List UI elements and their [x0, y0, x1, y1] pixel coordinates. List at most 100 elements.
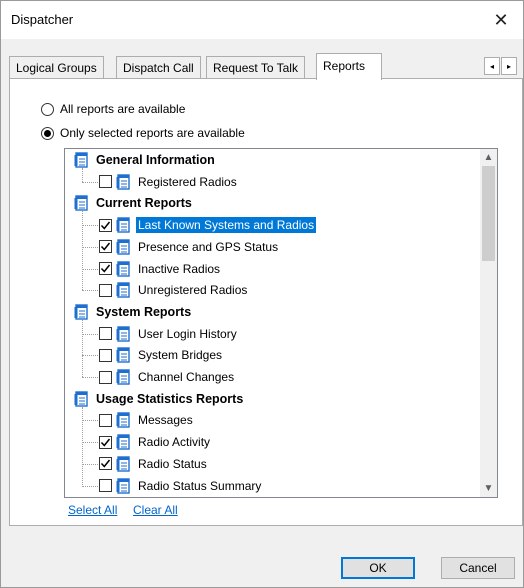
clear-all-link[interactable]: Clear All: [133, 503, 178, 517]
tree-connector: [82, 268, 98, 270]
report-checkbox[interactable]: [99, 479, 112, 492]
tree-connector: [82, 333, 98, 335]
report-group-icon: [74, 195, 88, 212]
tree-item[interactable]: Inactive Radios: [99, 259, 222, 279]
report-checkbox[interactable]: [99, 370, 112, 384]
tree-connector: [82, 225, 98, 227]
tree-group-label: Current Reports: [96, 196, 192, 211]
report-icon: [116, 173, 130, 190]
tree-item[interactable]: Registered Radios: [99, 172, 239, 192]
dialog-footer: OK Cancel: [1, 527, 523, 587]
report-group-icon: [74, 152, 88, 168]
tree-item-label: System Bridges: [138, 348, 223, 363]
tree-item[interactable]: Radio Activity: [99, 432, 212, 452]
report-checkbox[interactable]: [99, 327, 112, 341]
tree-item[interactable]: Unregistered Radios: [99, 280, 249, 300]
tree-group[interactable]: Usage Statistics Reports: [74, 389, 245, 409]
tab-scroll-right-icon[interactable]: ▸: [501, 57, 517, 75]
tree-item[interactable]: Messages: [99, 410, 195, 430]
report-icon: [116, 347, 130, 363]
tree-item[interactable]: System Bridges: [99, 345, 224, 365]
close-icon[interactable]: ✕: [479, 1, 523, 39]
all-reports-option[interactable]: All reports are available: [41, 100, 185, 118]
tree-connector: [82, 211, 83, 291]
report-checkbox[interactable]: [99, 240, 112, 254]
report-checkbox[interactable]: [99, 283, 112, 297]
tree-item[interactable]: Radio Status Summary: [99, 476, 263, 496]
report-checkbox[interactable]: [99, 457, 112, 471]
tree-connector: [82, 181, 98, 183]
ok-button[interactable]: OK: [341, 557, 415, 579]
cancel-button[interactable]: Cancel: [441, 557, 515, 579]
all-reports-radio[interactable]: [41, 102, 54, 116]
report-checkbox[interactable]: [99, 435, 112, 449]
tree-item-label: Radio Status: [138, 456, 207, 471]
title-bar: Dispatcher ✕: [1, 1, 523, 39]
tree-connector: [82, 463, 98, 465]
tab-reports[interactable]: Reports: [316, 53, 382, 80]
tree-group[interactable]: System Reports: [74, 302, 193, 322]
report-icon: [116, 282, 130, 298]
tab-dispatch-call[interactable]: Dispatch Call: [116, 56, 201, 79]
scroll-thumb[interactable]: [482, 166, 495, 261]
report-group-icon: [74, 304, 88, 320]
tree-item-label: Messages: [138, 413, 193, 428]
tree-item[interactable]: Channel Changes: [99, 367, 236, 387]
select-all-link[interactable]: Select All: [68, 503, 117, 517]
tree-item-label: Presence and GPS Status: [138, 239, 279, 254]
report-checkbox[interactable]: [99, 413, 112, 427]
tree-item-label: User Login History: [138, 326, 237, 341]
tree-item-label: Registered Radios: [138, 174, 237, 189]
report-group-icon: [74, 390, 88, 407]
tree-item[interactable]: Presence and GPS Status: [99, 237, 280, 257]
report-checkbox[interactable]: [99, 262, 112, 275]
report-icon: [116, 434, 130, 450]
tree-connector: [82, 377, 98, 378]
report-checkbox[interactable]: [99, 175, 112, 189]
tree-item[interactable]: Last Known Systems and Radios: [99, 215, 317, 235]
tree-group-label: General Information: [96, 153, 215, 167]
tree-group-label: Usage Statistics Reports: [96, 391, 244, 406]
tree-item[interactable]: User Login History: [99, 324, 239, 344]
tree-item-label: Unregistered Radios: [138, 283, 248, 298]
report-checkbox[interactable]: [99, 218, 112, 232]
report-icon: [116, 217, 130, 233]
selected-reports-label: Only selected reports are available: [60, 126, 245, 140]
report-icon: [116, 239, 130, 255]
report-icon: [116, 456, 130, 472]
tab-request-to-talk[interactable]: Request To Talk: [206, 56, 305, 79]
tree-item-label: Last Known Systems and Radios: [136, 217, 317, 234]
tab-strip: Logical Groups Dispatch Call Request To …: [9, 53, 523, 80]
tree-item[interactable]: Radio Status: [99, 454, 209, 474]
tree-connector: [82, 355, 98, 357]
tree-item-label: Radio Activity: [138, 435, 211, 450]
selected-reports-radio[interactable]: [41, 126, 54, 140]
tree-connector: [82, 319, 83, 377]
report-tree[interactable]: ▲ ▼ General Information Registered Radios…: [64, 148, 498, 498]
scroll-up-icon[interactable]: ▲: [480, 149, 497, 166]
scroll-down-icon[interactable]: ▼: [480, 480, 497, 497]
dispatcher-dialog: Dispatcher ✕ Logical Groups Dispatch Cal…: [0, 0, 524, 588]
tree-connector: [82, 290, 98, 292]
tree-connector: [82, 246, 98, 248]
tree-scrollbar[interactable]: ▲ ▼: [480, 149, 497, 497]
report-checkbox[interactable]: [99, 348, 112, 362]
window-title: Dispatcher: [11, 12, 74, 27]
tree-connector: [82, 406, 83, 486]
tab-logical-groups[interactable]: Logical Groups: [9, 56, 104, 79]
selected-reports-option[interactable]: Only selected reports are available: [41, 124, 245, 142]
report-icon: [116, 369, 130, 385]
tree-connector: [82, 420, 98, 422]
report-icon: [116, 412, 130, 429]
tree-item-label: Channel Changes: [138, 370, 235, 384]
tree-connector: [82, 442, 98, 444]
report-icon: [116, 260, 130, 277]
tree-group[interactable]: Current Reports: [74, 193, 194, 213]
tree-item-label: Inactive Radios: [138, 261, 221, 276]
tree-group[interactable]: General Information: [74, 150, 217, 170]
tree-group-label: System Reports: [96, 304, 192, 319]
tree-connector: [82, 485, 98, 487]
tab-scroll-left-icon[interactable]: ◂: [484, 57, 500, 75]
all-reports-label: All reports are available: [60, 102, 186, 116]
tree-item-label: Radio Status Summary: [138, 478, 262, 493]
